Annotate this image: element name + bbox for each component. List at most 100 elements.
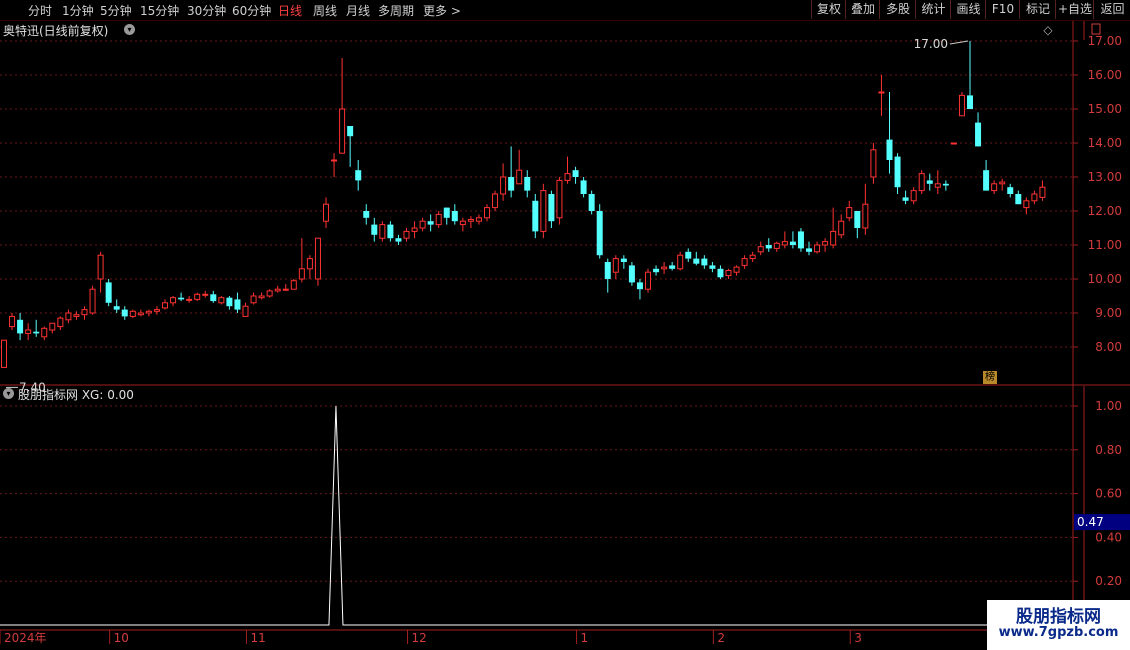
indicator-tick-label: 1.00	[1095, 399, 1122, 413]
candle-body	[604, 262, 611, 279]
candle-body	[451, 211, 458, 222]
candle-body	[129, 310, 136, 317]
candle-body	[162, 302, 168, 309]
candle-body	[636, 282, 643, 290]
indicator-current-value: 0.47	[1077, 515, 1104, 529]
chevron-down-icon[interactable]: ▾	[124, 24, 135, 35]
candle-body	[685, 251, 692, 259]
toolbar-button-2[interactable]: 多股	[879, 0, 916, 19]
candle-body	[838, 220, 845, 236]
candle-body	[210, 294, 217, 302]
candle-body	[1, 339, 7, 368]
candle-body	[781, 241, 788, 246]
price-chart[interactable]: 17.0016.0015.0014.0013.0012.0011.0010.00…	[0, 0, 1130, 650]
candle-body	[524, 177, 531, 191]
candle-body	[178, 297, 185, 300]
candle-body	[105, 282, 112, 303]
candle-body	[645, 271, 651, 290]
candle-body	[113, 306, 120, 310]
toolbar-button-3[interactable]: 统计	[915, 0, 951, 19]
period-tab-4[interactable]: 30分钟	[187, 2, 226, 19]
candle-body	[306, 258, 313, 270]
candle-body	[749, 254, 756, 260]
candle-body	[25, 329, 32, 334]
candle-body	[991, 183, 998, 192]
period-tab-1[interactable]: 1分钟	[62, 2, 94, 19]
indicator-chevron-icon[interactable]: ▾	[3, 388, 14, 399]
toolbar-button-8[interactable]: 返回	[1093, 0, 1130, 19]
candle-body	[999, 181, 1006, 185]
candle-body	[958, 94, 965, 117]
candle-body	[725, 270, 732, 277]
candle-body	[170, 297, 177, 304]
time-label: 1	[581, 631, 589, 645]
candle-body	[347, 126, 354, 137]
toolbar-button-1[interactable]: 叠加	[845, 0, 880, 19]
candle-body	[266, 290, 273, 297]
price-tick-label: 16.00	[1088, 68, 1122, 82]
candle-body	[677, 254, 684, 270]
candle-body	[564, 173, 571, 181]
period-tab-5[interactable]: 60分钟	[232, 2, 271, 19]
candle-body	[797, 231, 804, 249]
candle-body	[323, 203, 329, 222]
candle-body	[572, 170, 579, 177]
candle-body	[419, 220, 426, 229]
period-tab-9[interactable]: 多周期	[378, 2, 414, 19]
candle-body	[733, 266, 740, 273]
indicator-tick-label: 0.20	[1095, 574, 1122, 588]
candle-body	[596, 211, 603, 256]
candle-body	[73, 314, 80, 317]
candle-body	[661, 266, 668, 270]
candle-body	[926, 180, 933, 184]
candle-body	[983, 170, 990, 191]
period-tab-2[interactable]: 5分钟	[100, 2, 132, 19]
candle-body	[435, 213, 442, 226]
candle-body	[942, 183, 949, 186]
candle-body	[846, 207, 853, 219]
candle-body	[765, 245, 772, 249]
watermark: 股朋指标网 www.7gpzb.com	[987, 600, 1130, 650]
price-tick-label: 8.00	[1095, 340, 1122, 354]
period-tab-10[interactable]: 更多 >	[423, 2, 461, 19]
candle-body	[1031, 193, 1038, 202]
candle-body	[314, 237, 321, 280]
candle-body	[492, 193, 499, 209]
candle-body	[81, 309, 88, 316]
candle-body	[612, 258, 619, 273]
toolbar-button-6[interactable]: 标记	[1019, 0, 1056, 19]
candle-body	[41, 327, 48, 338]
candle-body	[975, 122, 982, 147]
candle-body	[757, 246, 764, 253]
period-tab-7[interactable]: 周线	[313, 2, 337, 19]
period-tab-8[interactable]: 月线	[346, 2, 370, 19]
rank-badge[interactable]: 榜	[983, 371, 997, 384]
price-tick-label: 13.00	[1088, 170, 1122, 184]
candle-body	[588, 194, 595, 211]
period-tab-6[interactable]: 日线	[278, 2, 302, 19]
candle-body	[830, 230, 837, 246]
toolbar-button-5[interactable]: F10	[985, 0, 1020, 19]
diamond-icon: ◇	[1043, 23, 1053, 37]
toolbar-button-0[interactable]: 复权	[811, 0, 846, 19]
candle-body	[556, 179, 563, 219]
price-tick-label: 14.00	[1088, 136, 1122, 150]
period-toolbar: 分时 1分钟 5分钟 15分钟 30分钟 60分钟 日线 周线 月线 多周期 更多 > 复权 叠加 多股统…	[0, 0, 1130, 21]
candle-body	[886, 139, 893, 160]
time-label: 2	[717, 631, 725, 645]
candle-body	[411, 227, 418, 232]
toolbar-button-4[interactable]: 画线	[950, 0, 986, 19]
candle-body	[894, 156, 901, 188]
candle-body	[379, 224, 386, 239]
candle-body	[814, 244, 821, 253]
candle-body	[870, 149, 877, 178]
candle-body	[395, 238, 402, 242]
candle-body	[97, 254, 104, 280]
candle-body	[806, 248, 812, 252]
period-tab-3[interactable]: 15分钟	[140, 2, 179, 19]
axis-scroll-icon	[1091, 23, 1101, 35]
toolbar-button-7[interactable]: +自选	[1055, 0, 1094, 19]
period-tab-0[interactable]: 分时	[28, 2, 52, 19]
time-label: 11	[251, 631, 266, 645]
watermark-line2: www.7gpzb.com	[998, 625, 1119, 640]
